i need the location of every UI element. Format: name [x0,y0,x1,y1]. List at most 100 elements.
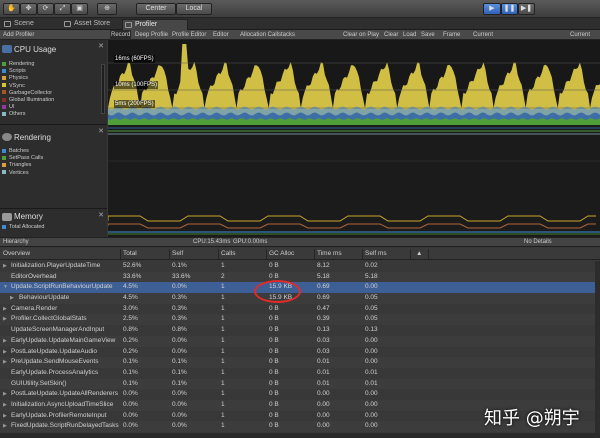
pause-button[interactable]: ❚❚ [501,3,518,15]
cell-calls: 1 [221,336,225,344]
table-row[interactable]: ▶ PostLateUpdate.UpdateAudio 0.2% 0.0% 1 0 B 0… [0,347,600,358]
expand-arrow-icon[interactable]: ▶ [3,336,7,347]
cell-gc: 0 B [269,262,279,269]
editor-dropdown[interactable]: Editor [213,30,229,40]
table-row[interactable]: UpdateScreenManagerAndInput 0.8% 0.8% 1 0 B 0… [0,325,600,336]
legend-swatch [2,83,6,88]
cell-time: 0.39 [317,315,330,323]
current-right-button[interactable]: Current [570,30,590,40]
table-row[interactable]: GUIUtility.SetSkin() 0.1% 0.1% 1 0 B 0.01 0.01 [0,378,600,390]
hand-tool-button[interactable]: ✋ [3,3,20,15]
table-row[interactable]: ▶ EarlyUpdate.UpdateMainGameView 0.2% 0.0% 1… [0,335,600,347]
close-icon[interactable]: ✕ [98,127,104,135]
rotate-tool-button[interactable]: ⟳ [37,3,54,15]
current-frame-button[interactable]: Current [473,30,493,40]
col-self-ms[interactable]: Self ms [365,248,387,260]
cell-name: EarlyUpdate.ProcessAnalytics [11,368,99,376]
cell-selfms: 0.01 [365,379,378,387]
hierarchy-bar: Hierarchy CPU:15.43ms GPU:0.00ms No Deta… [0,237,600,247]
memory-section[interactable]: Memory ✕ Total Allocated [0,209,107,237]
warning-icon: ▲ [416,250,423,257]
expand-arrow-icon[interactable]: ▶ [3,411,7,422]
table-row[interactable]: ▶ PreUpdate.SendMouseEvents 0.1% 0.1% 1 0 B 0.… [0,357,600,368]
col-gc-alloc[interactable]: GC Alloc [269,248,294,260]
move-tool-button[interactable]: ✥ [20,3,37,15]
table-row[interactable]: EarlyUpdate.ProcessAnalytics 0.1% 0.1% 1 0 B… [0,368,600,379]
rect-tool-button[interactable]: ▣ [71,3,88,15]
expand-arrow-icon[interactable]: ▶ [3,357,7,368]
legend-label: UI [9,104,15,111]
deep-profile-toggle[interactable]: Deep Profile [135,30,168,40]
cell-calls: 1 [221,315,225,323]
details-dropdown[interactable]: No Details [524,238,552,247]
cpu-usage-section[interactable]: CPU Usage ✕ Rendering Scripts Physics VSync… [0,40,107,125]
cell-total: 0.1% [123,358,138,366]
frame-label: Frame [443,32,461,38]
scale-tool-button[interactable]: ⤢ [54,3,71,15]
legend-swatch [2,75,6,80]
play-button[interactable]: ▶ [483,3,501,15]
legend-label: Vertices [9,169,29,176]
tab-scene[interactable]: Scene [2,19,54,30]
clear-button[interactable]: Clear [384,30,398,40]
col-calls[interactable]: Calls [221,248,235,260]
cell-time: 8.12 [317,262,330,269]
col-overview[interactable]: Overview [3,248,30,260]
table-row[interactable]: ▶ Profiler.CollectGlobalStats 2.5% 0.3% 1 0 B… [0,314,600,326]
tab-asset-store[interactable]: Asset Store [62,19,118,30]
legend-scrollbar[interactable] [101,64,105,114]
memory-graph[interactable] [107,209,600,237]
cell-selfms: 0.01 [365,368,378,376]
legend-item-others[interactable]: Others [2,110,26,118]
col-time-ms[interactable]: Time ms [317,248,342,260]
close-icon[interactable]: ✕ [98,42,104,50]
cpu-graph[interactable]: 16ms (60FPS) 10ms (100FPS) 5ms (200FPS) [108,40,600,125]
cell-self: 0.8% [172,326,187,334]
table-row[interactable]: ▶ Camera.Render 3.0% 0.3% 1 0 B 0.47 0.05 [0,304,600,315]
expand-arrow-icon[interactable]: ▶ [3,347,7,358]
table-header: Overview Total Self Calls GC Alloc Time … [0,248,600,260]
rendering-section[interactable]: Rendering ✕ Batches SetPass Calls Triangle… [0,125,107,209]
table-row[interactable]: ▶ PostLateUpdate.UpdateAllRenderers 0.0% 0.… [0,389,600,400]
col-total[interactable]: Total [123,248,137,260]
expand-arrow-icon[interactable]: ▶ [3,304,7,315]
step-button[interactable]: ▶❚ [518,3,535,15]
status-bar [0,433,600,438]
expand-arrow-icon[interactable]: ▼ [3,282,8,293]
cell-name: Update.ScriptRunBehaviourUpdate [11,283,113,291]
cell-time: 0.69 [317,283,330,291]
clear-on-play-toggle[interactable]: Clear on Play [343,30,379,40]
legend-label: Global Illumination [9,97,55,103]
expand-arrow-icon[interactable]: ▶ [3,389,7,400]
memory-icon [2,213,12,221]
col-self[interactable]: Self [172,248,183,260]
rendering-graph[interactable] [108,125,600,209]
view-mode-dropdown[interactable]: Hierarchy [3,238,29,247]
pivot-local-button[interactable]: Local [176,3,212,15]
expand-arrow-icon[interactable]: ▶ [10,293,14,304]
tab-profiler[interactable]: Profiler [122,19,188,30]
save-button[interactable]: Save [421,30,435,40]
record-toggle[interactable]: Record [110,30,132,40]
close-icon[interactable]: ✕ [98,211,104,219]
table-scrollbar[interactable] [595,261,600,433]
fps200-label: 5ms (200FPS) [114,100,155,108]
transform-tool-button[interactable]: ⊕ [97,3,117,15]
profile-editor-toggle[interactable]: Profile Editor [172,30,206,40]
legend-item-total-allocated[interactable]: Total Allocated [2,223,44,231]
cell-name: Initialization.AsyncUploadTimeSlice [11,400,114,408]
expand-arrow-icon[interactable]: ▶ [3,400,7,411]
cell-total: 0.0% [123,390,138,398]
cell-total: 4.5% [123,294,138,302]
add-profiler-dropdown[interactable]: Add Profiler [3,30,34,40]
table-row[interactable]: ▶ Initialization.PlayerUpdateTime 52.6% 0.1… [0,261,600,272]
pivot-center-button[interactable]: Center [136,3,176,15]
load-button[interactable]: Load [403,30,416,40]
expand-arrow-icon[interactable]: ▶ [3,261,7,272]
legend-item-vertices[interactable]: Vertices [2,169,29,177]
expand-arrow-icon[interactable]: ▶ [3,421,7,432]
cell-gc: 0 B [269,326,279,334]
table-row[interactable]: EditorOverhead 33.6% 33.6% 2 0 B 5.18 5.18 [0,271,600,283]
allocation-callstacks-toggle[interactable]: Allocation Callstacks [240,30,295,40]
expand-arrow-icon[interactable]: ▶ [3,314,7,325]
